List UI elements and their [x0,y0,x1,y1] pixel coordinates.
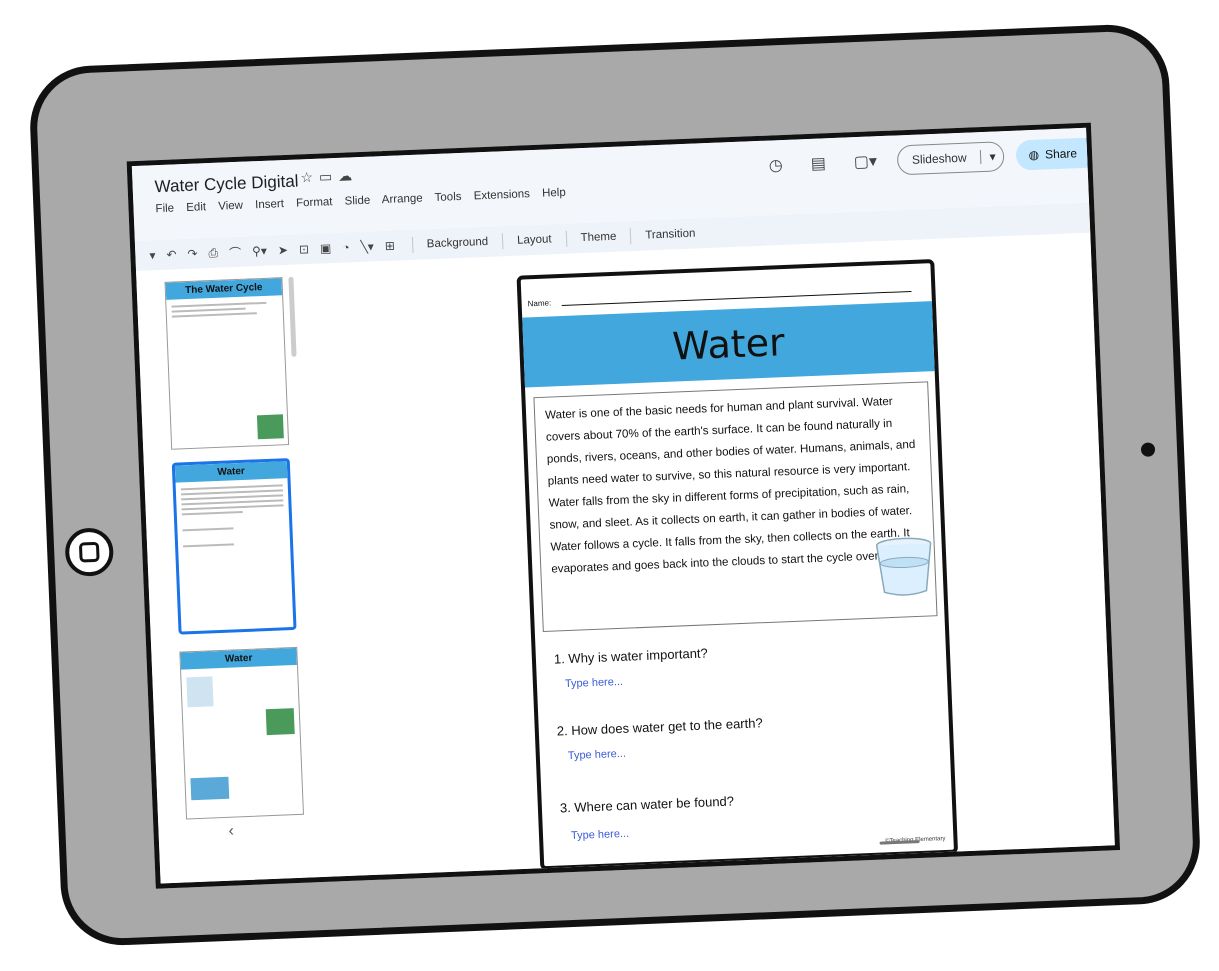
water-glass-icon [875,537,932,596]
image-icon[interactable]: ▣ [320,241,332,255]
new-slide-chevron-icon[interactable]: ▾ [149,248,156,262]
thumbnail-image [256,414,284,440]
layout-button[interactable]: Layout [517,233,552,246]
menu-format[interactable]: Format [296,196,333,209]
menu-arrange[interactable]: Arrange [382,192,423,206]
chevron-down-icon[interactable]: ▾ [980,149,1004,165]
question-1: 1. Why is water important? [553,645,709,667]
meet-icon[interactable]: ▢▾ [853,151,878,172]
slide-thumbnail-3[interactable]: Water [179,646,304,820]
menu-edit[interactable]: Edit [186,201,206,214]
select-icon[interactable]: ➤ [278,243,289,257]
menu-tools[interactable]: Tools [434,191,461,204]
tablet-frame: Water Cycle Digital ☆▭☁ File Edit View I… [27,22,1203,948]
thumbnail-image [265,708,295,736]
answer-field-3[interactable]: Type here... [571,828,630,842]
question-3: 3. Where can water be found? [559,793,735,816]
slideshow-button[interactable]: Slideshow ▾ [896,141,1006,176]
share-button[interactable]: ◍ Share [1015,137,1088,171]
menu-extensions[interactable]: Extensions [473,188,530,202]
redo-icon[interactable]: ↷ [187,247,198,261]
history-icon[interactable]: ◷ [768,155,783,176]
header-actions: ◷ ▤ ▢▾ Slideshow ▾ ◍ Share [754,136,1088,183]
line-icon[interactable]: ╲▾ [360,239,374,254]
thumbnail-image [190,776,230,801]
toolbar-divider [630,228,632,245]
cloud-icon[interactable]: ☁ [338,167,359,184]
zoom-icon[interactable]: ⚲▾ [252,244,267,259]
answer-field-2[interactable]: Type here... [568,748,627,762]
home-square-icon [78,541,100,563]
current-slide: Name: Water Water is one of the basic ne… [516,259,959,871]
share-label: Share [1044,146,1078,162]
globe-icon: ◍ [1028,147,1040,163]
editor-canvas: Name: Water Water is one of the basic ne… [295,232,1115,878]
filmstrip-scrollbar[interactable] [288,276,297,357]
star-icon[interactable]: ☆ [300,169,319,186]
menu-slide[interactable]: Slide [344,195,370,208]
folder-icon[interactable]: ▭ [319,168,339,185]
home-button[interactable] [64,527,115,578]
name-label: Name: [527,298,552,309]
menu-insert[interactable]: Insert [255,198,284,211]
transition-button[interactable]: Transition [645,228,696,242]
background-button[interactable]: Background [427,236,489,250]
question-2: 2. How does water get to the earth? [556,715,763,739]
paint-format-icon[interactable]: ⌒ [229,243,242,260]
menu-view[interactable]: View [218,200,243,213]
slide-thumbnail-2[interactable]: Water [171,458,297,635]
title-icons: ☆▭☁ [300,167,358,186]
thumbnail-content [176,478,291,553]
print-icon[interactable]: ⎙ [208,245,218,260]
textbox-icon[interactable]: ⊡ [299,242,310,256]
toolbar-divider [411,236,414,253]
thumbnail-title: Water [180,647,297,670]
chevron-left-icon[interactable]: ‹ [228,823,234,841]
slide-filmstrip: The Water Cycle Water Water ‹ [136,264,321,884]
camera-dot [1140,442,1156,457]
slide-thumbnail-1[interactable]: The Water Cycle [164,277,290,450]
slide-title: Water [671,320,786,369]
menu-help[interactable]: Help [542,187,566,200]
answer-field-1[interactable]: Type here... [565,676,624,690]
toolbar-divider [501,233,504,250]
thumbnail-content [166,295,283,324]
menu-file[interactable]: File [155,202,174,215]
document-title[interactable]: Water Cycle Digital [154,171,299,197]
theme-button[interactable]: Theme [580,231,616,244]
comment-add-icon[interactable]: ⊞ [385,239,396,253]
thumbnail-glass-image [186,676,214,708]
slideshow-label: Slideshow [911,150,967,167]
shape-icon[interactable]: ◔ [342,240,350,254]
comments-icon[interactable]: ▤ [810,153,826,174]
toolbar-divider [565,230,567,247]
title-banner: Water [522,301,935,388]
tablet-screen: Water Cycle Digital ☆▭☁ File Edit View I… [126,122,1121,889]
undo-icon[interactable]: ↶ [166,247,177,261]
